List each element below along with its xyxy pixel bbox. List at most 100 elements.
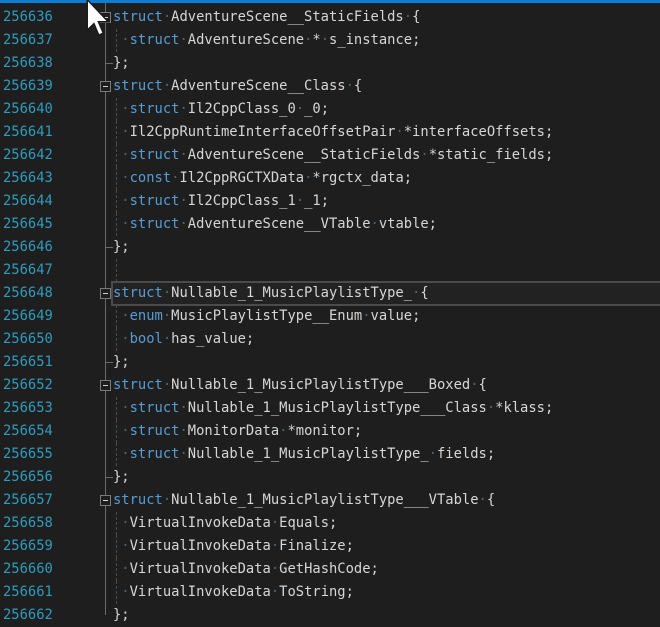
code-text[interactable]: struct·AdventureScene__StaticFields·{ bbox=[113, 6, 660, 29]
fold-collapse-icon[interactable] bbox=[100, 380, 111, 391]
code-text[interactable]: ·VirtualInvokeData·GetHashCode; bbox=[113, 558, 660, 581]
code-line: 256653 ·struct·Nullable_1_MusicPlaylistT… bbox=[0, 397, 660, 420]
line-number[interactable]: 256640 bbox=[0, 98, 96, 121]
line-number[interactable]: 256637 bbox=[0, 29, 96, 52]
keyword-token: struct bbox=[130, 101, 180, 117]
whitespace-dot: · bbox=[420, 147, 428, 163]
indent-guide bbox=[116, 535, 117, 558]
line-number[interactable]: 256644 bbox=[0, 190, 96, 213]
code-token: }; bbox=[113, 354, 130, 370]
line-number[interactable]: 256646 bbox=[0, 236, 96, 259]
fold-collapse-icon[interactable] bbox=[100, 495, 111, 506]
line-number[interactable]: 256641 bbox=[0, 121, 96, 144]
whitespace-dot: · bbox=[321, 32, 329, 48]
whitespace-dot: · bbox=[163, 78, 171, 94]
indent-guide bbox=[116, 190, 117, 213]
indent-guide bbox=[116, 305, 117, 328]
line-number[interactable]: 256638 bbox=[0, 52, 96, 75]
window-top-accent-border bbox=[0, 0, 660, 3]
code-text[interactable]: ·struct·AdventureScene__StaticFields·*st… bbox=[113, 144, 660, 167]
code-line: 256659 ·VirtualInvokeData·Finalize; bbox=[0, 535, 660, 558]
line-number[interactable]: 256647 bbox=[0, 259, 96, 282]
line-number[interactable]: 256658 bbox=[0, 512, 96, 535]
keyword-token: struct bbox=[130, 216, 180, 232]
code-text[interactable]: ·struct·Nullable_1_MusicPlaylistType_·fi… bbox=[113, 443, 660, 466]
code-text[interactable]: ·const·Il2CppRGCTXData·*rgctx_data; bbox=[113, 167, 660, 190]
line-number[interactable]: 256654 bbox=[0, 420, 96, 443]
line-number[interactable]: 256643 bbox=[0, 167, 96, 190]
line-number[interactable]: 256649 bbox=[0, 305, 96, 328]
code-text[interactable]: ·enum·MusicPlaylistType__Enum·value; bbox=[113, 305, 660, 328]
whitespace-dot: · bbox=[271, 538, 279, 554]
code-text[interactable]: ·struct·AdventureScene__VTable·vtable; bbox=[113, 213, 660, 236]
code-token: Nullable_1_MusicPlaylistType_ bbox=[171, 285, 412, 301]
whitespace-dot: · bbox=[179, 193, 187, 209]
code-token: Nullable_1_MusicPlaylistType___Boxed bbox=[171, 377, 470, 393]
code-text[interactable]: struct·AdventureScene__Class·{ bbox=[113, 75, 660, 98]
code-text[interactable]: ·struct·Il2CppClass_1·_1; bbox=[113, 190, 660, 213]
whitespace-dot: · bbox=[296, 193, 304, 209]
code-text[interactable]: ·VirtualInvokeData·Finalize; bbox=[113, 535, 660, 558]
code-token: Nullable_1_MusicPlaylistType___VTable bbox=[171, 492, 478, 508]
code-text[interactable]: }; bbox=[113, 466, 660, 489]
code-text[interactable]: ·bool·has_value; bbox=[113, 328, 660, 351]
line-number[interactable]: 256642 bbox=[0, 144, 96, 167]
indent-guide bbox=[116, 167, 117, 190]
code-text[interactable]: struct·Nullable_1_MusicPlaylistType___Bo… bbox=[113, 374, 660, 397]
whitespace-dot: · bbox=[479, 492, 487, 508]
line-number[interactable]: 256662 bbox=[0, 604, 96, 627]
fold-collapse-icon[interactable] bbox=[100, 81, 111, 92]
code-text[interactable]: struct·Nullable_1_MusicPlaylistType_·{ bbox=[113, 282, 660, 305]
code-line: 256651}; bbox=[0, 351, 660, 374]
line-number[interactable]: 256655 bbox=[0, 443, 96, 466]
code-text[interactable]: ·struct·Il2CppClass_0·_0; bbox=[113, 98, 660, 121]
indent-guide bbox=[116, 213, 117, 236]
line-number[interactable]: 256657 bbox=[0, 489, 96, 512]
code-line: 256642 ·struct·AdventureScene__StaticFie… bbox=[0, 144, 660, 167]
code-text[interactable]: ·struct·Nullable_1_MusicPlaylistType___C… bbox=[113, 397, 660, 420]
line-number[interactable]: 256659 bbox=[0, 535, 96, 558]
code-text[interactable]: ·Il2CppRuntimeInterfaceOffsetPair·*inter… bbox=[113, 121, 660, 144]
code-text[interactable]: }; bbox=[113, 52, 660, 75]
code-token: }; bbox=[113, 469, 130, 485]
code-text[interactable]: ·VirtualInvokeData·ToString; bbox=[113, 581, 660, 604]
whitespace-dot: · bbox=[404, 9, 412, 25]
line-number[interactable]: 256652 bbox=[0, 374, 96, 397]
line-number[interactable]: 256661 bbox=[0, 581, 96, 604]
line-number[interactable]: 256653 bbox=[0, 397, 96, 420]
line-number[interactable]: 256656 bbox=[0, 466, 96, 489]
code-line: 256649 ·enum·MusicPlaylistType__Enum·val… bbox=[0, 305, 660, 328]
code-text[interactable]: struct·Nullable_1_MusicPlaylistType___VT… bbox=[113, 489, 660, 512]
line-number[interactable]: 256636 bbox=[0, 6, 96, 29]
keyword-token: struct bbox=[130, 32, 180, 48]
outlining-margin bbox=[96, 374, 113, 397]
code-text[interactable]: }; bbox=[113, 351, 660, 374]
line-number[interactable]: 256651 bbox=[0, 351, 96, 374]
indent-guide bbox=[116, 98, 117, 121]
whitespace-dot: · bbox=[362, 308, 370, 324]
line-number[interactable]: 256650 bbox=[0, 328, 96, 351]
code-line: 256644 ·struct·Il2CppClass_1·_1; bbox=[0, 190, 660, 213]
code-line: 256637 ·struct·AdventureScene·*·s_instan… bbox=[0, 29, 660, 52]
code-token: fields; bbox=[437, 446, 495, 462]
code-token: { bbox=[479, 377, 487, 393]
line-number[interactable]: 256639 bbox=[0, 75, 96, 98]
line-number[interactable]: 256648 bbox=[0, 282, 96, 305]
code-text[interactable]: ·struct·MonitorData·*monitor; bbox=[113, 420, 660, 443]
fold-collapse-icon[interactable] bbox=[100, 12, 111, 23]
line-number[interactable]: 256660 bbox=[0, 558, 96, 581]
fold-collapse-icon[interactable] bbox=[100, 288, 111, 299]
outlining-margin bbox=[96, 512, 113, 535]
code-text[interactable]: }; bbox=[113, 236, 660, 259]
code-text[interactable]: ·struct·AdventureScene·*·s_instance; bbox=[113, 29, 660, 52]
whitespace-dot: · bbox=[296, 101, 304, 117]
code-text[interactable] bbox=[113, 259, 660, 282]
outlining-margin bbox=[96, 535, 113, 558]
code-token: VirtualInvokeData bbox=[130, 515, 271, 531]
code-text[interactable]: }; bbox=[113, 604, 660, 627]
code-line: 256650 ·bool·has_value; bbox=[0, 328, 660, 351]
line-number[interactable]: 256645 bbox=[0, 213, 96, 236]
code-text[interactable]: ·VirtualInvokeData·Equals; bbox=[113, 512, 660, 535]
outlining-margin bbox=[96, 75, 113, 98]
code-line: 256636 struct·AdventureScene__StaticField… bbox=[0, 6, 660, 29]
